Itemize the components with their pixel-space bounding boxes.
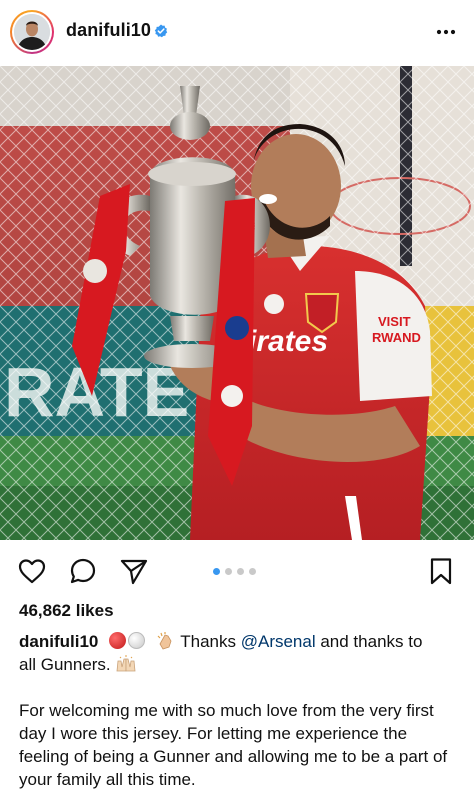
story-ring[interactable] <box>10 10 54 54</box>
raising-hands-emoji <box>116 655 136 672</box>
svg-text:VISIT: VISIT <box>378 314 411 329</box>
caption-line: all Gunners. <box>19 653 459 676</box>
carousel-dot <box>249 568 256 575</box>
caption-paragraph: For welcoming me with so much love from … <box>19 701 448 789</box>
verified-badge-icon <box>154 24 168 38</box>
caption-line: danifuli10 Thanks @Arsenal and thanks to <box>19 630 459 653</box>
caption: danifuli10 Thanks @Arsenal and thanks to… <box>19 630 459 791</box>
post-actions <box>0 548 474 592</box>
bookmark-icon[interactable] <box>426 556 456 586</box>
carousel-dot-active <box>213 568 220 575</box>
mention-link[interactable]: @Arsenal <box>241 632 316 651</box>
post-photo[interactable]: RATE VISIT RWAND irates <box>0 66 474 540</box>
carousel-dot <box>237 568 244 575</box>
caption-username[interactable]: danifuli10 <box>19 632 98 651</box>
avatar[interactable] <box>14 14 50 50</box>
username[interactable]: danifuli10 <box>66 20 151 41</box>
carousel-dot <box>225 568 232 575</box>
likes-count[interactable]: 46,862 likes <box>19 601 114 621</box>
carousel-indicator <box>213 568 256 575</box>
post-header: danifuli10 <box>0 0 474 66</box>
send-icon[interactable] <box>119 556 149 586</box>
heart-icon[interactable] <box>17 556 47 586</box>
caption-text: and thanks to <box>315 632 423 651</box>
comment-icon[interactable] <box>68 556 98 586</box>
caption-text: Thanks <box>175 632 241 651</box>
caption-text: all Gunners. <box>19 655 111 674</box>
red-circle-emoji <box>109 632 127 649</box>
clapping-hands-emoji <box>157 632 172 650</box>
svg-text:irates: irates <box>248 325 328 358</box>
svg-text:RWAND: RWAND <box>372 330 421 345</box>
avatar-photo <box>14 14 50 50</box>
more-options-icon[interactable] <box>434 22 458 42</box>
trophy-celebration-photo: RATE VISIT RWAND irates <box>0 66 474 540</box>
white-circle-emoji <box>128 632 146 649</box>
